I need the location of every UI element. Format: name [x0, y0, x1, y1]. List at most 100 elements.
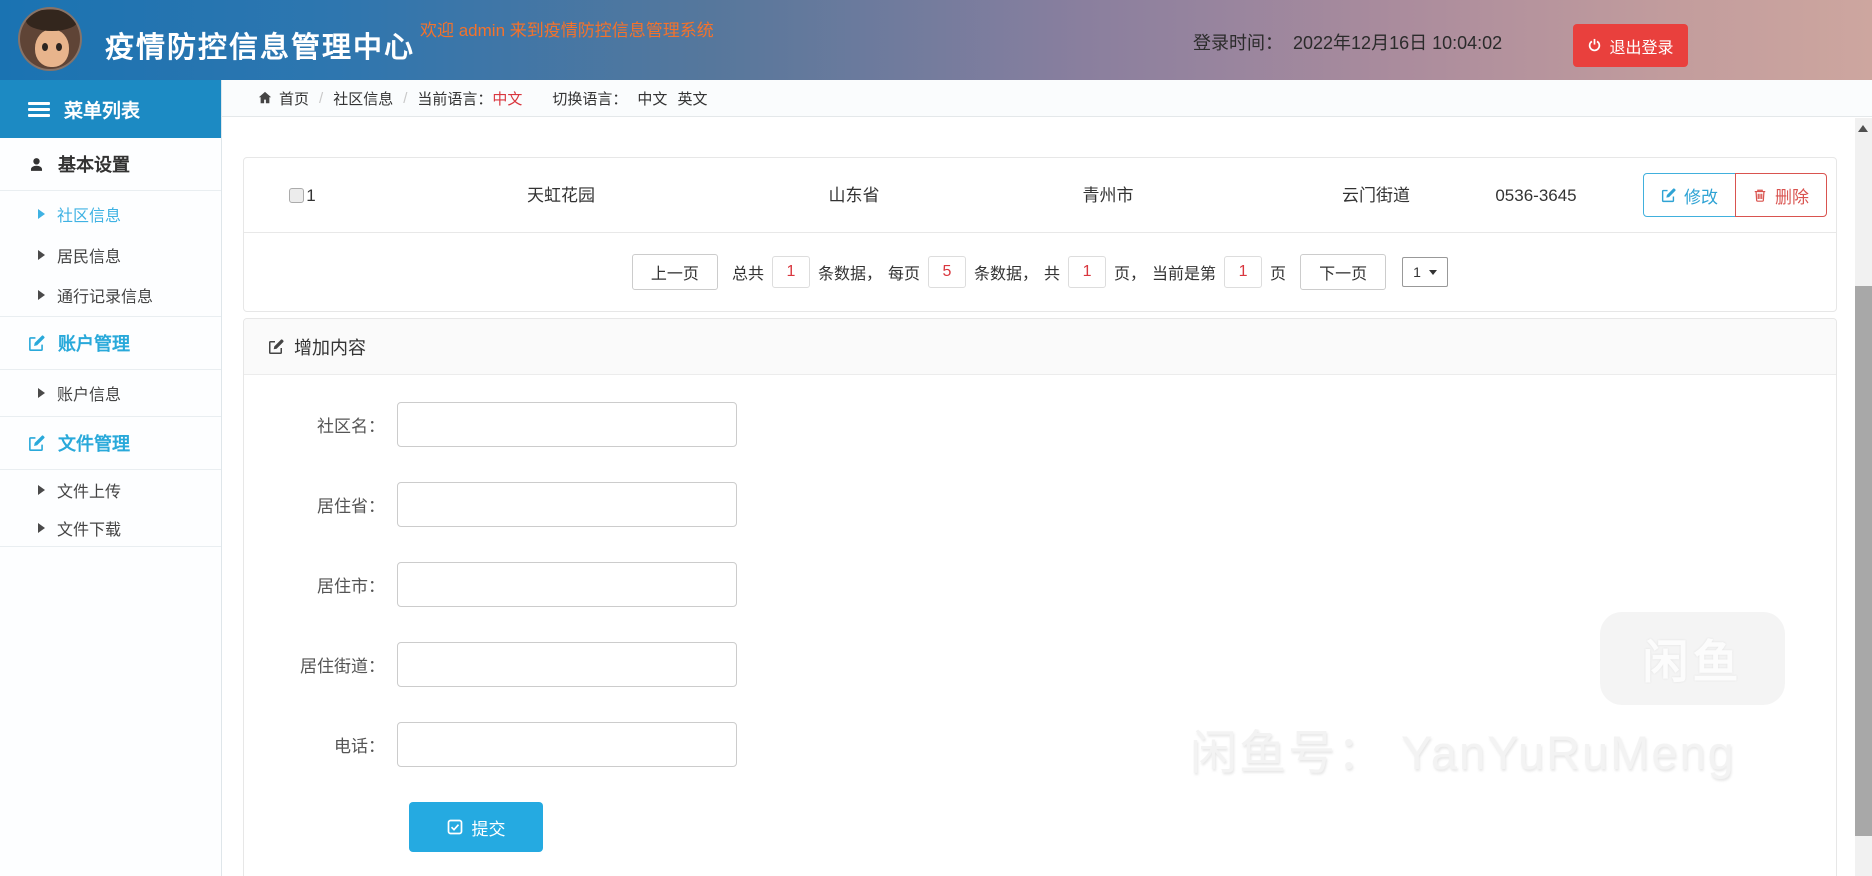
pagination-per-prefix: 每页	[887, 266, 920, 283]
sidebar-item-file-download[interactable]: 文件下载	[0, 509, 221, 547]
add-content-title: 增加内容	[294, 337, 366, 358]
logout-label: 退出登录	[1609, 39, 1674, 57]
scrollbar-thumb[interactable]	[1855, 286, 1872, 836]
pagination-total-suffix: 条数据，	[817, 266, 882, 283]
sidebar-item-file-upload[interactable]: 文件上传	[0, 470, 221, 509]
page-select[interactable]: 1	[1402, 257, 1449, 287]
top-header: 疫情防控信息管理中心 欢迎 admin 来到疫情防控信息管理系统 登录时间： 20…	[0, 0, 1872, 80]
caret-right-icon	[38, 208, 45, 219]
caret-right-icon	[38, 249, 45, 260]
edit-icon	[28, 434, 45, 452]
submit-button[interactable]: 提交	[409, 802, 543, 852]
language-option-zh[interactable]: 中文	[637, 88, 667, 109]
row-actions: 修改 删除	[1643, 173, 1827, 217]
cell-community-name: 天虹花园	[527, 186, 595, 205]
pagination: 上一页 总共 1 条数据， 每页 5 条数据， 共 1 页， 当前是第 1 页 …	[244, 233, 1836, 311]
edit-icon	[268, 338, 284, 355]
current-language-value: 中文	[492, 90, 523, 108]
caret-right-icon	[38, 522, 45, 533]
sidebar: 菜单列表 基本设置 社区信息 居民信息 通行记录信息 账户管理 账户信息 文件管…	[0, 80, 222, 876]
city-input[interactable]	[397, 562, 737, 607]
logout-button[interactable]: 退出登录	[1573, 24, 1688, 67]
cell-street: 云门街道	[1342, 186, 1410, 205]
cell-city: 青州市	[1082, 186, 1134, 205]
power-icon	[1587, 38, 1602, 53]
home-icon	[258, 91, 272, 105]
sidebar-item-label: 文件上传	[57, 483, 122, 501]
edit-button-label: 修改	[1684, 187, 1718, 207]
next-page-button[interactable]: 下一页	[1300, 254, 1387, 290]
phone-input[interactable]	[397, 722, 737, 767]
breadcrumb-separator: /	[403, 89, 408, 107]
caret-right-icon	[38, 484, 45, 495]
breadcrumb-home[interactable]: 首页	[279, 88, 309, 109]
add-content-form: 社区名： 居住省： 居住市： 居住街道： 电话： 提交	[244, 375, 1836, 852]
province-label: 居住省：	[317, 497, 385, 516]
login-time: 登录时间： 2022年12月16日 10:04:02	[1193, 29, 1502, 55]
main-content: 1 天虹花园 山东省 青州市 云门街道 0536-3645 修改 删除 上一页 …	[222, 117, 1872, 876]
sidebar-section-label: 账户管理	[58, 334, 130, 354]
language-option-en[interactable]: 英文	[677, 88, 707, 109]
avatar-hat	[26, 10, 78, 31]
sidebar-item-resident-info[interactable]: 居民信息	[0, 236, 221, 273]
sidebar-item-label: 居民信息	[57, 248, 122, 266]
per-page-count-box[interactable]: 5	[927, 256, 966, 288]
sidebar-menu-title-label: 菜单列表	[64, 100, 141, 122]
switch-language-label: 切换语言：	[552, 90, 628, 108]
form-row-city: 居住市：	[244, 562, 1836, 607]
sidebar-section-account-management[interactable]: 账户管理	[0, 317, 221, 370]
cell-province: 山东省	[828, 186, 880, 205]
add-content-header: 增加内容	[244, 319, 1836, 375]
form-row-province: 居住省：	[244, 482, 1836, 527]
breadcrumb: 首页 / 社区信息 / 当前语言： 中文 切换语言： 中文 英文	[222, 80, 1872, 117]
street-input[interactable]	[397, 642, 737, 687]
total-count-box[interactable]: 1	[771, 256, 810, 288]
prev-page-button[interactable]: 上一页	[631, 254, 718, 290]
avatar-eye	[42, 43, 48, 51]
add-content-panel: 增加内容 社区名： 居住省： 居住市： 居住街道： 电话： 提交	[243, 318, 1837, 876]
sidebar-menu-title[interactable]: 菜单列表	[0, 80, 221, 138]
avatar-face	[35, 29, 69, 67]
city-label: 居住市：	[317, 577, 385, 596]
pagination-pages-suffix: 页，	[1114, 266, 1147, 283]
pagination-pages-prefix: 共	[1044, 266, 1061, 283]
breadcrumb-section[interactable]: 社区信息	[333, 88, 393, 109]
table-row: 1 天虹花园 山东省 青州市 云门街道 0536-3645 修改 删除	[244, 158, 1836, 233]
pagination-total-prefix: 总共	[731, 266, 764, 283]
sidebar-section-label: 文件管理	[58, 434, 130, 454]
sidebar-item-label: 通行记录信息	[57, 288, 154, 306]
form-row-street: 居住街道：	[244, 642, 1836, 687]
community-table-panel: 1 天虹花园 山东省 青州市 云门街道 0536-3645 修改 删除 上一页 …	[243, 157, 1837, 312]
delete-button[interactable]: 删除	[1735, 173, 1827, 217]
sidebar-section-basic-settings[interactable]: 基本设置	[0, 138, 221, 191]
row-checkbox[interactable]	[289, 188, 304, 203]
pages-count-box[interactable]: 1	[1068, 256, 1107, 288]
avatar	[18, 7, 82, 71]
sidebar-item-community-info[interactable]: 社区信息	[0, 191, 221, 236]
scrollbar-up-arrow-icon[interactable]	[1858, 125, 1868, 132]
edit-button[interactable]: 修改	[1643, 173, 1736, 217]
hamburger-icon	[28, 99, 50, 120]
delete-button-label: 删除	[1775, 187, 1809, 207]
province-input[interactable]	[397, 482, 737, 527]
sidebar-section-file-management[interactable]: 文件管理	[0, 417, 221, 470]
caret-right-icon	[38, 289, 45, 300]
current-page-box[interactable]: 1	[1224, 256, 1263, 288]
pagination-per-suffix: 条数据，	[973, 266, 1038, 283]
sidebar-item-label: 社区信息	[57, 207, 122, 225]
edit-icon	[28, 334, 45, 352]
cell-index: 1	[306, 186, 316, 205]
sidebar-item-account-info[interactable]: 账户信息	[0, 370, 221, 417]
trash-icon	[1753, 188, 1767, 203]
login-time-value: 2022年12月16日 10:04:02	[1293, 33, 1503, 53]
sidebar-item-label: 账户信息	[57, 387, 122, 404]
community-name-input[interactable]	[397, 402, 737, 447]
welcome-text: 欢迎 admin 来到疫情防控信息管理系统	[420, 21, 714, 40]
vertical-scrollbar[interactable]	[1855, 118, 1872, 876]
page-title: 疫情防控信息管理中心	[105, 32, 416, 64]
breadcrumb-separator: /	[319, 89, 324, 107]
sidebar-item-label: 文件下载	[57, 521, 122, 539]
sidebar-section-label: 基本设置	[58, 155, 130, 175]
submit-button-label: 提交	[471, 819, 506, 839]
sidebar-item-pass-records[interactable]: 通行记录信息	[0, 273, 221, 317]
